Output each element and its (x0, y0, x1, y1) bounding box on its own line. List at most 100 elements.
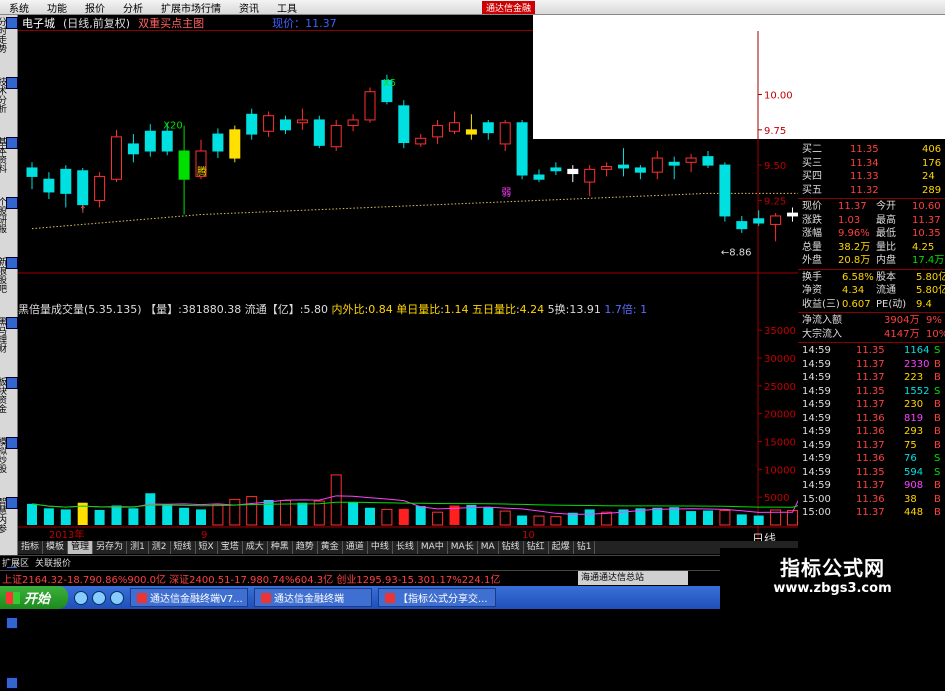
volume-bar[interactable] (652, 507, 663, 525)
volume-bar[interactable] (517, 515, 528, 525)
volume-bar[interactable] (229, 498, 241, 526)
volume-bar[interactable] (550, 516, 562, 526)
volume-bar[interactable] (365, 507, 375, 525)
candle-body[interactable] (482, 122, 494, 134)
volume-bar[interactable] (330, 474, 342, 526)
left-tab[interactable]: 黑马理财 (0, 317, 18, 353)
candle-body[interactable] (280, 119, 291, 131)
indicator-tab[interactable]: 长线 (393, 541, 418, 554)
left-tab[interactable]: 个股研报 (0, 197, 18, 233)
volume-bar[interactable] (162, 504, 173, 525)
menu-analysis[interactable]: 分析 (114, 0, 152, 15)
taskbar-item[interactable]: 【指标公式分享交... (378, 588, 496, 607)
volume-bar[interactable] (415, 506, 426, 525)
candle-body[interactable] (770, 215, 782, 225)
menu-tools[interactable]: 工具 (268, 0, 306, 15)
indicator-tab[interactable]: 通道 (343, 541, 368, 554)
indicator-tab[interactable]: 指标 (18, 541, 44, 554)
candle-body[interactable] (736, 221, 748, 230)
candle-body[interactable] (668, 161, 680, 166)
volume-bar[interactable] (145, 493, 156, 525)
candle-body[interactable] (212, 133, 224, 152)
candle-body[interactable] (60, 168, 72, 194)
candle-body[interactable] (347, 119, 359, 127)
index-sh[interactable]: 上证2164.32-18.790.86%900.0亿 (2, 571, 166, 586)
tab-extension[interactable]: 扩展区 (2, 556, 29, 569)
volume-bar[interactable] (686, 511, 697, 525)
indicator-tab[interactable]: MA (478, 541, 499, 554)
volume-bar[interactable] (381, 508, 393, 526)
candle-body[interactable] (229, 129, 241, 159)
indicator-tab[interactable]: 钻线 (499, 541, 524, 554)
menu-quote[interactable]: 报价 (76, 0, 114, 15)
indicator-tab[interactable]: 中线 (368, 541, 393, 554)
indicator-tab[interactable]: MA中 (418, 541, 448, 554)
indicator-tab[interactable]: 短线 (171, 541, 196, 554)
left-tab[interactable]: 新浪股吧 (0, 257, 18, 293)
left-tab[interactable]: 分时走势 (0, 17, 18, 53)
indicator-tab[interactable]: 短X (196, 541, 218, 554)
candle-body[interactable] (685, 157, 697, 163)
candle-body[interactable] (533, 174, 545, 180)
volume-bar[interactable] (246, 496, 258, 526)
candle-body[interactable] (330, 125, 342, 148)
indicator-tab[interactable]: 钻红 (524, 541, 549, 554)
candle-body[interactable] (449, 122, 460, 132)
volume-bar[interactable] (584, 509, 595, 525)
left-tab[interactable]: 智慧内参 (0, 497, 18, 533)
left-tab[interactable]: 新浪博客 (0, 677, 18, 691)
candle-body[interactable] (550, 167, 562, 172)
volume-bar[interactable] (483, 507, 494, 525)
volume-bar[interactable] (669, 507, 680, 525)
candle-body[interactable] (719, 164, 731, 217)
candle-body[interactable] (111, 136, 122, 180)
candle-body[interactable] (263, 115, 275, 132)
candle-body[interactable] (246, 113, 258, 135)
candle-body[interactable] (127, 143, 139, 155)
indicator-tab[interactable]: 另存为 (93, 541, 128, 554)
candle-body[interactable] (516, 122, 528, 176)
index-cy[interactable]: 创业1295.93-15.301.17%224.1亿 (336, 571, 500, 586)
volume-bar[interactable] (43, 508, 54, 525)
volume-bar[interactable] (753, 515, 764, 525)
indicator-tab[interactable]: 成大 (243, 541, 268, 554)
menu-system[interactable]: 系统 (0, 0, 38, 15)
menu-info[interactable]: 资讯 (230, 0, 268, 15)
desktop-icon[interactable] (92, 590, 106, 605)
index-sz[interactable]: 深证2400.51-17.980.74%604.3亿 (169, 571, 333, 586)
candle-body[interactable] (601, 166, 613, 170)
indicator-tab[interactable]: 宝塔 (218, 541, 243, 554)
candle-body[interactable] (584, 168, 596, 183)
indicator-tab[interactable]: 黄金 (318, 541, 343, 554)
start-button[interactable]: 开始 (0, 586, 68, 609)
candle-body[interactable] (77, 170, 89, 206)
chart-svg[interactable]: 10.009.759.509.25X20X5腾↑弱←8.86阳135000300… (18, 31, 862, 546)
volume-bar[interactable] (111, 505, 122, 525)
left-tab[interactable]: 模拟炒股 (0, 437, 18, 473)
chart-period[interactable]: (日线,前复权) (63, 15, 130, 31)
candle-body[interactable] (499, 122, 511, 145)
indicator-tab[interactable]: 测1 (127, 541, 149, 554)
volume-bar[interactable] (348, 502, 359, 525)
left-tab[interactable]: 分时如画 (0, 617, 18, 631)
taskbar-item[interactable]: 通达信金融终端V7... (130, 588, 248, 607)
candle-body[interactable] (634, 167, 646, 173)
candle-body[interactable] (161, 130, 173, 152)
indicator-tab[interactable]: 起爆 (549, 541, 574, 554)
volume-bar[interactable] (703, 510, 713, 525)
candle-body[interactable] (26, 167, 38, 177)
volume-bar[interactable] (601, 511, 613, 526)
volume-bar[interactable] (212, 503, 224, 526)
left-tab[interactable]: 板块资金 (0, 377, 18, 413)
volume-bar[interactable] (499, 510, 511, 526)
candle-body[interactable] (432, 125, 444, 138)
volume-bar[interactable] (313, 500, 325, 526)
left-tab[interactable]: 基本资料 (0, 137, 18, 173)
server-status[interactable]: 海通通达信总站 (578, 571, 688, 585)
menu-ext-market[interactable]: 扩展市场行情 (152, 0, 230, 15)
candle-body[interactable] (313, 119, 325, 146)
candle-body[interactable] (94, 175, 106, 201)
tab-related-quote[interactable]: 关联报价 (35, 556, 71, 569)
volume-bar[interactable] (60, 509, 71, 525)
volume-bar[interactable] (787, 510, 798, 526)
